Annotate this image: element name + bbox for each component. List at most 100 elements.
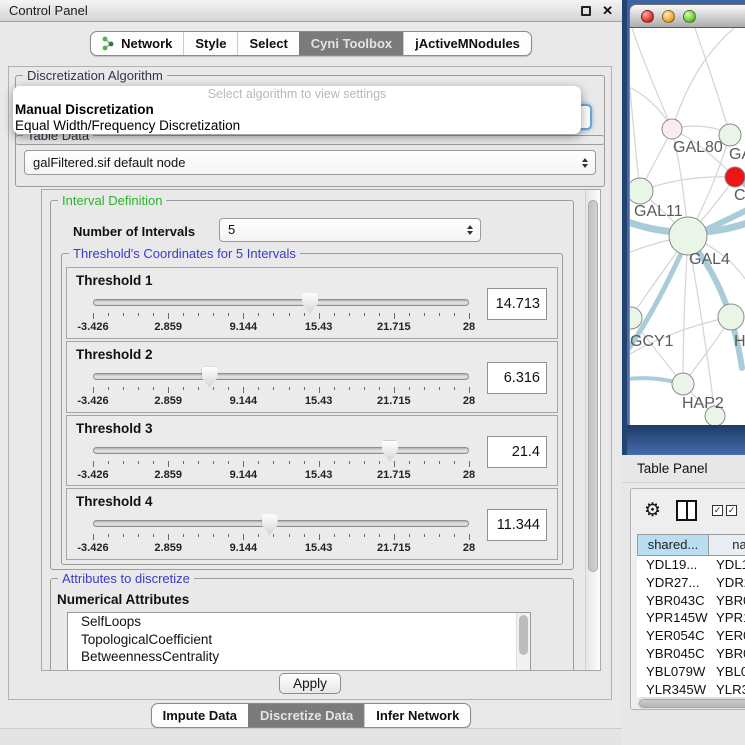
- tick-mark: [454, 313, 455, 316]
- network-edge[interactable]: [683, 236, 688, 384]
- slider-thumb[interactable]: [302, 293, 318, 314]
- slider-thumb[interactable]: [202, 367, 218, 388]
- network-node-gal11[interactable]: [630, 178, 653, 204]
- tab-style[interactable]: Style: [183, 32, 237, 55]
- table-row[interactable]: YDL19...YDL1...: [637, 556, 745, 574]
- table-horizontal-scrollbar[interactable]: [637, 697, 745, 709]
- network-edge[interactable]: [632, 28, 672, 129]
- attributes-list-scrollbar[interactable]: [516, 613, 530, 671]
- network-view-frame: GAL80GACGAL11GAL4GCY1HHAP2: [622, 0, 745, 455]
- threshold-value-field[interactable]: 11.344: [487, 509, 547, 541]
- threshold-slider[interactable]: [93, 299, 469, 307]
- tab-cyni-toolbox[interactable]: Cyni Toolbox: [299, 32, 403, 55]
- table-row[interactable]: YBR043CYBR043C: [637, 592, 745, 610]
- table-cell[interactable]: YER054C: [637, 627, 709, 645]
- table-row[interactable]: YPR145WYPR145W: [637, 609, 745, 627]
- network-window-titlebar[interactable]: [629, 4, 745, 28]
- table-row[interactable]: YER054CYER054C: [637, 627, 745, 645]
- float-window-icon[interactable]: [581, 6, 591, 16]
- network-node-gal80[interactable]: [662, 119, 682, 139]
- checked-checkbox-icon[interactable]: ✓: [712, 505, 723, 516]
- network-node-c[interactable]: [725, 167, 745, 187]
- tab-jactivemnodules[interactable]: jActiveMNodules: [403, 32, 531, 55]
- threshold-value-field[interactable]: 6.316: [487, 362, 547, 394]
- threshold-slider[interactable]: [93, 373, 469, 381]
- network-canvas[interactable]: GAL80GACGAL11GAL4GCY1HHAP2: [629, 28, 745, 425]
- threshold-value-field[interactable]: 21.4: [487, 436, 547, 468]
- table-cell[interactable]: YPR145W: [709, 609, 745, 627]
- table-cell[interactable]: YBL079W: [709, 663, 745, 681]
- attribute-item[interactable]: TopologicalCoefficient: [68, 631, 530, 649]
- zoom-traffic-light-icon[interactable]: [683, 10, 696, 23]
- threshold-slider[interactable]: [93, 447, 469, 455]
- scale-tick-label: -3.426: [77, 321, 108, 333]
- network-node-h[interactable]: [718, 304, 744, 330]
- tab-infer-network[interactable]: Infer Network: [364, 704, 470, 727]
- panel-vertical-scrollbar[interactable]: [585, 190, 600, 670]
- slider-thumb[interactable]: [382, 441, 398, 462]
- num-intervals-spinner[interactable]: 5: [219, 218, 481, 242]
- threshold-value-field[interactable]: 14.713: [487, 288, 547, 320]
- tick-mark: [213, 534, 214, 537]
- column-header-2[interactable]: name: [709, 534, 745, 556]
- table-cell[interactable]: YDL1...: [709, 556, 745, 574]
- network-edge[interactable]: [672, 28, 740, 129]
- table-cell[interactable]: YLR345W: [709, 681, 745, 697]
- threshold-slider[interactable]: [93, 520, 469, 528]
- network-edge[interactable]: [631, 318, 683, 384]
- network-edge[interactable]: [695, 28, 730, 135]
- network-edge[interactable]: [640, 177, 735, 191]
- network-node-gcy1[interactable]: [630, 307, 642, 329]
- table-cell[interactable]: YBL079W: [637, 663, 709, 681]
- slider-track[interactable]: [93, 299, 469, 306]
- column-header-1[interactable]: shared...: [637, 534, 709, 556]
- table-cell[interactable]: YBR043C: [709, 592, 745, 610]
- network-edge[interactable]: [630, 68, 640, 191]
- table-cell[interactable]: YBR043C: [637, 592, 709, 610]
- node-label: GCY1: [630, 333, 674, 350]
- columns-icon[interactable]: [676, 500, 697, 521]
- tick-mark: [304, 313, 305, 316]
- tab-network[interactable]: Network: [91, 32, 183, 55]
- spinner-arrows-icon[interactable]: [467, 225, 473, 235]
- attribute-item[interactable]: BetweennessCentrality: [68, 648, 530, 666]
- minimize-traffic-light-icon[interactable]: [662, 10, 675, 23]
- network-node-hap2[interactable]: [672, 373, 694, 395]
- close-icon[interactable]: ✕: [602, 6, 613, 16]
- slider-track[interactable]: [93, 520, 469, 527]
- scrollbar-thumb[interactable]: [519, 615, 528, 655]
- table-row[interactable]: YLR345WYLR345W: [637, 681, 745, 697]
- tick-mark: [198, 387, 199, 390]
- table-row[interactable]: YBL079WYBL079W: [637, 663, 745, 681]
- slider-thumb[interactable]: [262, 514, 278, 535]
- table-cell[interactable]: YBR045C: [709, 645, 745, 663]
- slider-track[interactable]: [93, 373, 469, 380]
- checked-checkbox-icon[interactable]: ✓: [726, 505, 737, 516]
- table-cell[interactable]: YDL19...: [637, 556, 709, 574]
- attribute-item[interactable]: SelfLoops: [68, 613, 530, 631]
- table-data-combo[interactable]: galFiltered.sif default node: [24, 150, 596, 175]
- tab-impute-data[interactable]: Impute Data: [152, 704, 248, 727]
- table-cell[interactable]: YLR345W: [637, 681, 709, 697]
- table-row[interactable]: YBR045CYBR045C: [637, 645, 745, 663]
- frame-edge: [622, 0, 627, 455]
- table-cell[interactable]: YBR045C: [637, 645, 709, 663]
- gear-icon[interactable]: ⚙: [644, 501, 661, 520]
- slider-track[interactable]: [93, 447, 469, 454]
- table-cell[interactable]: YPR145W: [637, 609, 709, 627]
- table-cell[interactable]: YER054C: [709, 627, 745, 645]
- tab-select[interactable]: Select: [237, 32, 298, 55]
- table-row[interactable]: YDR27...YDR2...: [637, 574, 745, 592]
- close-traffic-light-icon[interactable]: [641, 10, 654, 23]
- scrollbar-thumb[interactable]: [588, 200, 598, 572]
- network-node-gal4[interactable]: [669, 217, 707, 255]
- algorithm-option[interactable]: Equal Width/Frequency Discretization: [13, 118, 581, 134]
- tab-discretize-data[interactable]: Discretize Data: [248, 704, 364, 727]
- scrollbar-thumb[interactable]: [639, 699, 745, 708]
- algorithm-option[interactable]: Manual Discretization: [13, 102, 581, 118]
- table-cell[interactable]: YDR2...: [709, 574, 745, 592]
- tab-label: Cyni Toolbox: [311, 36, 392, 51]
- table-cell[interactable]: YDR27...: [637, 574, 709, 592]
- tick-mark: [334, 387, 335, 390]
- apply-button[interactable]: Apply: [279, 673, 341, 694]
